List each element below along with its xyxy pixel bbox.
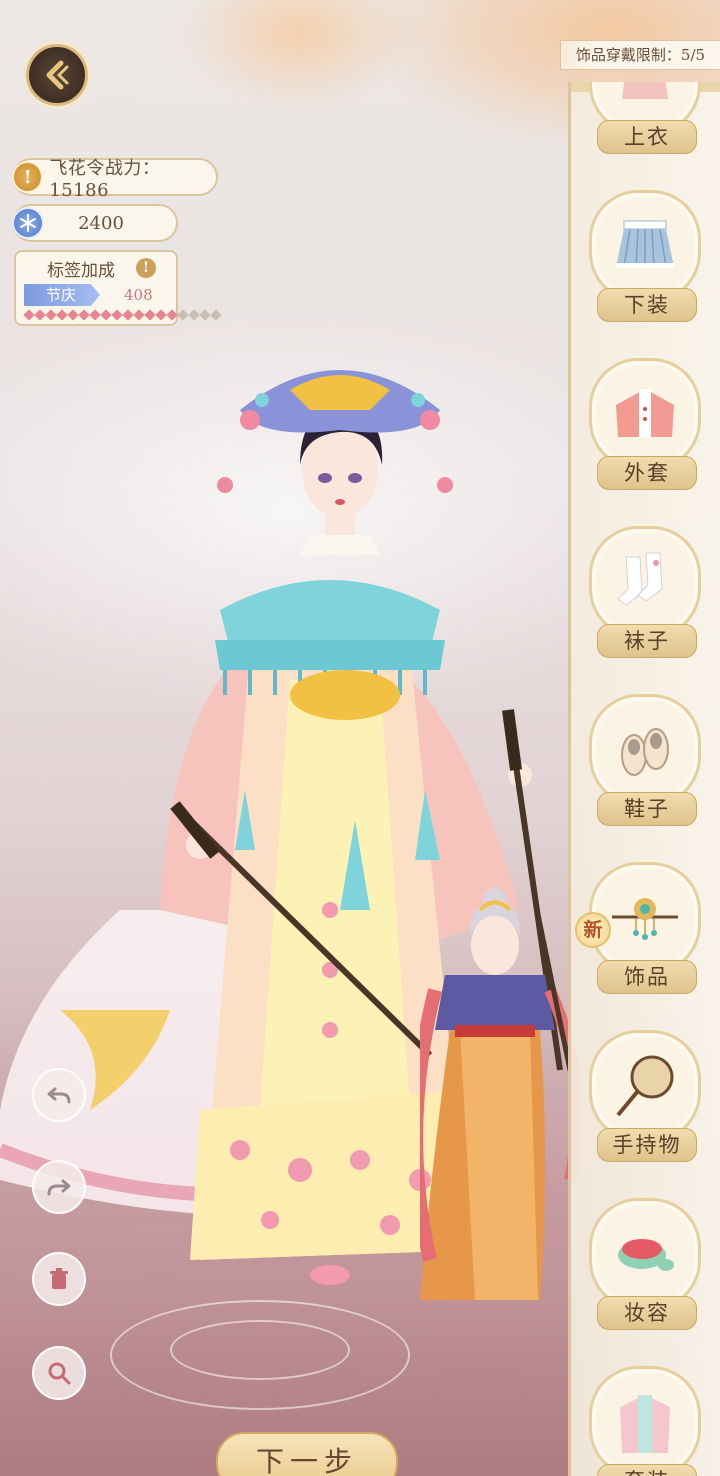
shoes-icon <box>589 694 701 806</box>
blossom-decoration <box>180 0 420 110</box>
category-panel[interactable]: 上衣 下装 外套 袜子 鞋子 新 饰品 手持物 妆容 <box>568 82 720 1476</box>
power-icon: ! <box>12 161 44 193</box>
tag-progress-dot <box>89 309 101 321</box>
set-icon <box>589 1366 701 1476</box>
category-skirt[interactable]: 下装 <box>585 190 705 340</box>
category-set[interactable]: 套装 <box>585 1366 705 1476</box>
back-arrow-icon <box>46 60 69 90</box>
tag-bonus-title: 标签加成 <box>47 261 115 281</box>
new-badge: 新 <box>575 912 611 948</box>
tag-bonus-card[interactable]: 标签加成 ! 节庆 408 <box>14 250 222 326</box>
redo-icon <box>47 1179 71 1196</box>
category-accessory[interactable]: 新 饰品 <box>575 862 705 1012</box>
accessory-limit-label: 饰品穿戴限制：5/5 <box>560 40 720 70</box>
tag-progress-dot <box>155 309 167 321</box>
info-icon[interactable]: ! <box>136 258 156 278</box>
undo-icon <box>47 1087 71 1104</box>
currency-value: 2400 <box>78 212 124 234</box>
category-label: 袜子 <box>597 624 697 658</box>
fan-icon <box>589 1030 701 1142</box>
category-label: 妆容 <box>597 1296 697 1330</box>
skirt-icon <box>589 190 701 302</box>
category-handheld[interactable]: 手持物 <box>585 1030 705 1180</box>
category-shoes[interactable]: 鞋子 <box>585 694 705 844</box>
tag-progress-dots <box>23 309 222 321</box>
zoom-button[interactable] <box>32 1346 86 1400</box>
back-button[interactable] <box>26 44 88 106</box>
tag-progress-dot <box>199 309 211 321</box>
tag-progress-dot <box>56 309 68 321</box>
tag-progress-dot <box>210 309 222 321</box>
trash-icon <box>50 1268 68 1289</box>
power-label: 飞花令战力：15186 <box>49 157 161 201</box>
power-stat: ! 飞花令战力：15186 <box>12 158 218 201</box>
category-label: 鞋子 <box>597 792 697 826</box>
tag-progress-dot <box>45 309 57 321</box>
tag-progress-dot <box>122 309 134 321</box>
currency-stat: 2400 <box>12 204 178 242</box>
delete-button[interactable] <box>32 1252 86 1306</box>
tag-progress-dot <box>23 309 35 321</box>
tag-progress-dot <box>166 309 178 321</box>
tag-progress-dot <box>111 309 123 321</box>
tag-progress-dot <box>144 309 156 321</box>
tag-progress-dot <box>34 309 46 321</box>
coat-icon <box>589 358 701 470</box>
category-label: 手持物 <box>597 1128 697 1162</box>
socks-icon <box>589 526 701 638</box>
category-label: 上衣 <box>597 120 697 154</box>
redo-button[interactable] <box>32 1160 86 1214</box>
zoom-icon <box>48 1362 71 1385</box>
category-label: 外套 <box>597 456 697 490</box>
tag-name: 节庆 <box>24 284 100 306</box>
tag-value: 408 <box>124 286 153 304</box>
tag-progress-dot <box>177 309 189 321</box>
category-top[interactable]: 上衣 <box>585 82 705 172</box>
tag-progress-dot <box>133 309 145 321</box>
snowflake-icon <box>12 207 44 239</box>
companion-character-figure <box>420 888 580 1300</box>
category-socks[interactable]: 袜子 <box>585 526 705 676</box>
tag-progress-dot <box>188 309 200 321</box>
makeup-icon <box>589 1198 701 1310</box>
tag-progress-dot <box>100 309 112 321</box>
category-label: 下装 <box>597 288 697 322</box>
category-coat[interactable]: 外套 <box>585 358 705 508</box>
water-ripple <box>170 1320 350 1380</box>
undo-button[interactable] <box>32 1068 86 1122</box>
next-step-button[interactable]: 下一步 <box>216 1432 398 1476</box>
tag-progress-dot <box>67 309 79 321</box>
category-label: 套装 <box>597 1464 697 1476</box>
tag-progress-dot <box>78 309 90 321</box>
category-makeup[interactable]: 妆容 <box>585 1198 705 1348</box>
category-label: 饰品 <box>597 960 697 994</box>
